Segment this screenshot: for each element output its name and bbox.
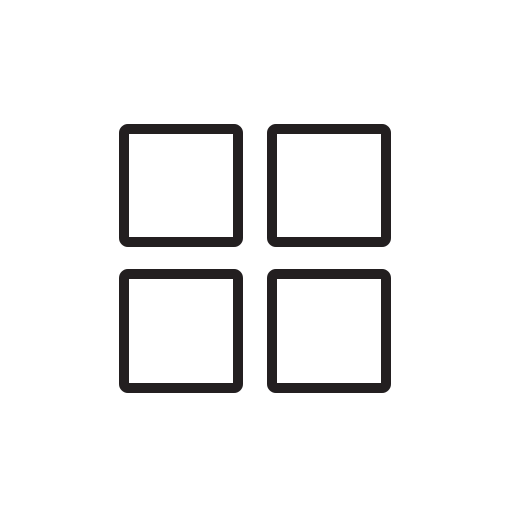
grid-icon (119, 124, 391, 393)
grid-cell-top-right (267, 124, 391, 247)
grid-cell-bottom-right (267, 269, 391, 393)
icon-canvas (0, 0, 512, 512)
grid-cell-top-left (119, 124, 243, 247)
grid-cell-bottom-left (119, 269, 243, 393)
